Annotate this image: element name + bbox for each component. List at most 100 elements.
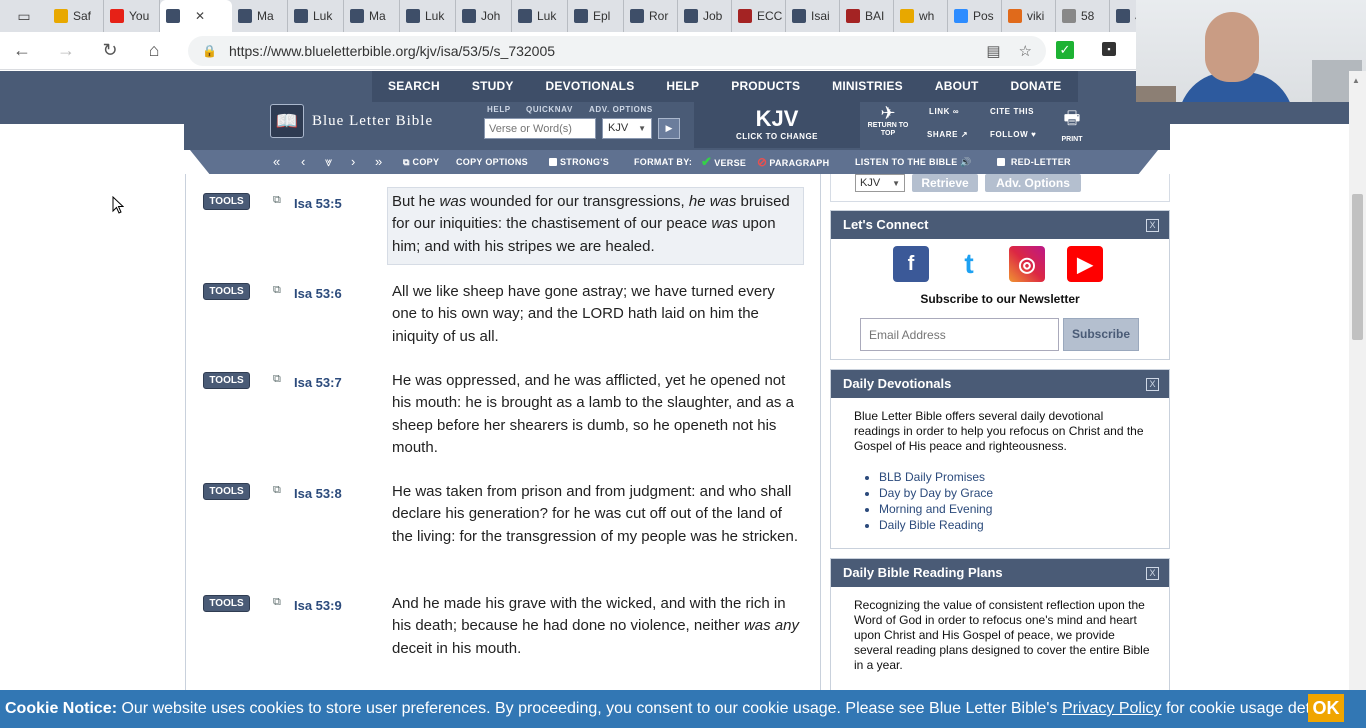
browser-tab[interactable]: BAI xyxy=(840,0,894,32)
extension-check-icon[interactable]: ✓ xyxy=(1056,41,1074,59)
cookie-ok-button[interactable]: OK xyxy=(1308,694,1344,722)
verse-tools-button[interactable]: TOOLS xyxy=(203,283,250,300)
site-nav-search[interactable]: SEARCH xyxy=(372,71,456,102)
browser-tab[interactable]: Luk xyxy=(512,0,568,32)
reload-icon[interactable]: ↻ xyxy=(88,32,132,70)
address-url[interactable]: https://www.blueletterbible.org/kjv/isa/… xyxy=(229,43,555,59)
strongs-toggle[interactable]: STRONG'S xyxy=(549,150,609,174)
reader-mode-icon[interactable]: ▤ xyxy=(986,42,1000,60)
close-icon[interactable]: X xyxy=(1146,219,1159,232)
search-go-icon[interactable]: ▶ xyxy=(658,118,680,139)
browser-tab[interactable]: ECC xyxy=(732,0,786,32)
email-field[interactable] xyxy=(860,318,1059,351)
browser-tab[interactable]: Ror xyxy=(624,0,678,32)
copy-button[interactable]: ⧉ COPY xyxy=(403,150,439,174)
browser-tab[interactable]: 58 xyxy=(1056,0,1110,32)
close-icon[interactable]: X xyxy=(1146,378,1159,391)
verse-tools-button[interactable]: TOOLS xyxy=(203,372,250,389)
share-button[interactable]: SHARE ↗ xyxy=(927,130,968,139)
devotional-link[interactable]: Day by Day by Grace xyxy=(879,485,993,501)
verse-copy-icon[interactable]: ⧉ xyxy=(273,284,285,296)
follow-button[interactable]: FOLLOW ♥ xyxy=(990,130,1036,139)
site-nav-study[interactable]: STUDY xyxy=(456,71,530,102)
verse-copy-icon[interactable]: ⧉ xyxy=(273,596,285,608)
browser-tab[interactable]: Job xyxy=(678,0,732,32)
chapter-menu-icon[interactable]: ⩔ xyxy=(325,150,332,174)
listen-button[interactable]: LISTEN TO THE BIBLE 🔊 xyxy=(855,150,972,174)
subscribe-button[interactable]: Subscribe xyxy=(1063,318,1139,351)
last-chapter-icon[interactable]: » xyxy=(375,150,382,174)
browser-tab[interactable]: viki xyxy=(1002,0,1056,32)
browser-tab[interactable]: Luk xyxy=(400,0,456,32)
browser-tab[interactable]: Isai xyxy=(786,0,840,32)
first-chapter-icon[interactable]: « xyxy=(273,150,280,174)
copy-options-button[interactable]: COPY OPTIONS xyxy=(456,150,528,174)
favorite-star-icon[interactable]: ☆ xyxy=(1019,42,1032,60)
return-to-top-button[interactable]: ✈ RETURN TO TOP xyxy=(866,104,910,138)
cite-this-button[interactable]: CITE THIS xyxy=(990,107,1034,116)
devotional-link[interactable]: Morning and Evening xyxy=(879,501,993,517)
browser-tab[interactable]: Pos xyxy=(948,0,1002,32)
verse-reference[interactable]: Isa 53:7 xyxy=(294,375,342,390)
verse-reference[interactable]: Isa 53:6 xyxy=(294,286,342,301)
browser-tab[interactable]: Ma xyxy=(344,0,400,32)
twitter-icon[interactable]: t xyxy=(951,246,987,282)
browser-tab[interactable]: Ma xyxy=(232,0,288,32)
site-nav-ministries[interactable]: MINISTRIES xyxy=(816,71,919,102)
verse-copy-icon[interactable]: ⧉ xyxy=(273,484,285,496)
facebook-icon[interactable]: f xyxy=(893,246,929,282)
address-bar[interactable]: 🔒 https://www.blueletterbible.org/kjv/is… xyxy=(188,36,1046,66)
verse-tools-button[interactable]: TOOLS xyxy=(203,483,250,500)
format-verse-option[interactable]: ✔ VERSE xyxy=(701,150,746,174)
prev-chapter-icon[interactable]: ‹ xyxy=(301,150,305,174)
browser-tab[interactable]: Luk xyxy=(288,0,344,32)
youtube-icon[interactable]: ▶ xyxy=(1067,246,1103,282)
verse-tools-button[interactable]: TOOLS xyxy=(203,595,250,612)
forward-icon[interactable]: → xyxy=(44,32,88,70)
print-button[interactable]: 🖶 PRINT xyxy=(1054,106,1090,143)
blb-logo[interactable]: 📖 Blue Letter Bible xyxy=(270,104,433,138)
close-icon[interactable]: X xyxy=(1146,567,1159,580)
back-icon[interactable]: ← xyxy=(0,32,44,70)
extension-dark-icon[interactable]: ▪ xyxy=(1102,42,1116,56)
browser-tab[interactable]: wh xyxy=(894,0,948,32)
version-select[interactable]: KJV ▼ xyxy=(602,118,652,139)
quicksearch-input[interactable] xyxy=(484,118,596,139)
privacy-policy-link[interactable]: Privacy Policy xyxy=(1062,700,1162,717)
browser-tab[interactable]: You xyxy=(104,0,160,32)
version-change-button[interactable]: KJV CLICK TO CHANGE xyxy=(694,102,860,148)
adv-options-label[interactable]: ADV. OPTIONS xyxy=(589,105,653,114)
sidebar-version-select[interactable]: KJV ▼ xyxy=(855,174,905,192)
scroll-up-icon[interactable]: ▲ xyxy=(1352,76,1360,85)
devotional-link[interactable]: Daily Bible Reading xyxy=(879,517,993,533)
sidebar-adv-options-button[interactable]: Adv. Options xyxy=(985,174,1081,192)
site-nav-devotionals[interactable]: DEVOTIONALS xyxy=(530,71,651,102)
browser-tab[interactable]: Saf xyxy=(48,0,104,32)
format-paragraph-option[interactable]: ⊘ PARAGRAPH xyxy=(757,150,829,174)
site-nav-products[interactable]: PRODUCTS xyxy=(715,71,816,102)
site-nav-about[interactable]: ABOUT xyxy=(919,71,995,102)
verse-copy-icon[interactable]: ⧉ xyxy=(273,194,285,206)
site-nav-donate[interactable]: DONATE xyxy=(995,71,1078,102)
page-scrollbar[interactable] xyxy=(1349,71,1366,691)
browser-tab[interactable]: Epl xyxy=(568,0,624,32)
home-icon[interactable]: ⌂ xyxy=(132,32,176,70)
devotional-link[interactable]: BLB Daily Promises xyxy=(879,469,993,485)
link-button[interactable]: LINK ∞ xyxy=(929,107,959,116)
help-label[interactable]: HELP xyxy=(487,105,511,114)
quicknav-label[interactable]: QUICKNAV xyxy=(526,105,573,114)
verse-reference[interactable]: Isa 53:5 xyxy=(294,196,342,211)
red-letter-toggle[interactable]: RED-LETTER xyxy=(997,150,1071,174)
verse-tools-button[interactable]: TOOLS xyxy=(203,193,250,210)
tab-search-icon[interactable]: ▭ xyxy=(0,0,48,32)
tab-close-icon[interactable]: ✕ xyxy=(195,9,205,23)
scrollbar-thumb[interactable] xyxy=(1352,194,1363,340)
verse-copy-icon[interactable]: ⧉ xyxy=(273,373,285,385)
verse-reference[interactable]: Isa 53:9 xyxy=(294,598,342,613)
browser-tab[interactable]: ✕ xyxy=(160,0,232,32)
retrieve-button[interactable]: Retrieve xyxy=(912,174,978,192)
next-chapter-icon[interactable]: › xyxy=(351,150,355,174)
verse-reference[interactable]: Isa 53:8 xyxy=(294,486,342,501)
site-nav-help[interactable]: HELP xyxy=(650,71,715,102)
browser-tab[interactable]: Joh xyxy=(456,0,512,32)
